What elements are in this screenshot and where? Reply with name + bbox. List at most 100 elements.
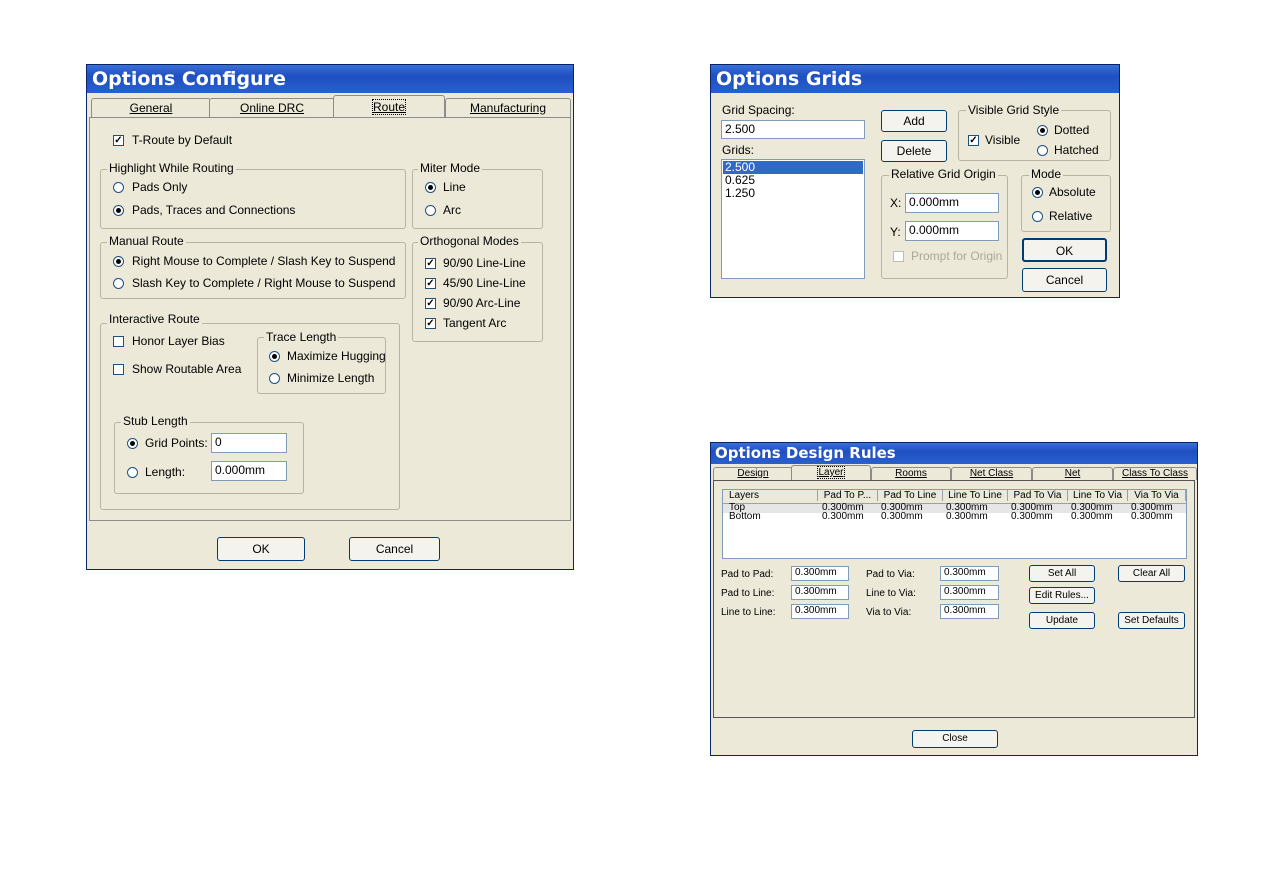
tab-layer[interactable]: Layer (791, 465, 871, 480)
pads-only-radio[interactable] (113, 182, 124, 193)
update-button[interactable]: Update (1029, 612, 1095, 629)
tab-route[interactable]: Route (333, 95, 445, 118)
honor-layer-bias-label: Honor Layer Bias (132, 334, 225, 348)
tab-general[interactable]: General (91, 98, 211, 117)
tab-net-class[interactable]: Net Class (951, 467, 1032, 480)
grid-list-item[interactable]: 1.250 (723, 187, 863, 200)
miter-line-label: Line (443, 180, 466, 194)
title-bar: Options Grids (711, 65, 1119, 93)
tab-net[interactable]: Net (1032, 467, 1113, 480)
table-row[interactable]: Bottom 0.300mm 0.300mm 0.300mm 0.300mm 0… (723, 511, 1186, 522)
cancel-button[interactable]: Cancel (349, 537, 440, 561)
mode-group-label: Mode (1029, 167, 1064, 181)
options-configure-dialog: Options Configure General Online DRC Rou… (86, 64, 574, 570)
pad-to-pad-input[interactable]: 0.300mm (791, 566, 849, 581)
ortho-90-90-line-checkbox[interactable]: ✓ (425, 258, 436, 269)
origin-y-label: Y: (890, 225, 901, 239)
clear-all-button[interactable]: Clear All (1118, 565, 1185, 582)
minimize-length-radio[interactable] (269, 373, 280, 384)
edit-rules-button[interactable]: Edit Rules... (1029, 587, 1095, 604)
table-cell: 0.300mm (881, 511, 923, 522)
relative-label: Relative (1049, 209, 1093, 223)
miter-line-radio[interactable] (425, 182, 436, 193)
highlight-group-label: Highlight While Routing (107, 161, 236, 175)
right-mouse-complete-radio[interactable] (113, 256, 124, 267)
line-to-via-input[interactable]: 0.300mm (940, 585, 999, 600)
manual-route-group (100, 242, 406, 299)
orthogonal-group-label: Orthogonal Modes (418, 234, 521, 248)
set-all-button[interactable]: Set All (1029, 565, 1095, 582)
column-header-via-to-via[interactable]: Via To Via (1128, 490, 1186, 501)
tangent-arc-label: Tangent Arc (443, 316, 507, 330)
t-route-checkbox[interactable]: ✓ (113, 135, 124, 146)
origin-x-label: X: (890, 196, 902, 210)
tab-online-drc[interactable]: Online DRC (209, 98, 335, 117)
miter-arc-label: Arc (443, 203, 461, 217)
ok-button[interactable]: OK (217, 537, 305, 561)
tab-rooms[interactable]: Rooms (871, 467, 951, 480)
ortho-90-90-arc-checkbox[interactable]: ✓ (425, 298, 436, 309)
pads-traces-radio[interactable] (113, 205, 124, 216)
show-routable-area-checkbox[interactable] (113, 364, 124, 375)
grids-label: Grids: (722, 143, 755, 157)
miter-group-label: Miter Mode (418, 161, 483, 175)
maximize-hugging-radio[interactable] (269, 351, 280, 362)
hatched-label: Hatched (1054, 143, 1099, 157)
dotted-radio[interactable] (1037, 125, 1048, 136)
hatched-radio[interactable] (1037, 145, 1048, 156)
column-header-line-to-line[interactable]: Line To Line (943, 490, 1008, 501)
cancel-button[interactable]: Cancel (1022, 268, 1107, 292)
dialog-title: Options Configure (92, 68, 286, 90)
tab-class-to-class[interactable]: Class To Class (1113, 467, 1197, 480)
close-button[interactable]: Close (912, 730, 998, 748)
absolute-label: Absolute (1049, 185, 1096, 199)
origin-x-input[interactable]: 0.000mm (905, 193, 999, 213)
table-cell: 0.300mm (1131, 511, 1173, 522)
stub-length-input[interactable]: 0.000mm (211, 461, 287, 481)
table-cell: 0.300mm (1071, 511, 1113, 522)
grids-listbox[interactable]: 2.500 0.625 1.250 (721, 159, 865, 279)
column-header-line-to-via[interactable]: Line To Via (1068, 490, 1128, 501)
manual-route-group-label: Manual Route (107, 234, 186, 248)
pad-to-pad-label: Pad to Pad: (721, 569, 774, 580)
line-to-line-input[interactable]: 0.300mm (791, 604, 849, 619)
trace-length-group (257, 337, 386, 394)
add-button[interactable]: Add (881, 110, 947, 132)
grid-points-radio[interactable] (127, 438, 138, 449)
line-to-line-label: Line to Line: (721, 607, 776, 618)
visible-label: Visible (985, 133, 1021, 147)
set-defaults-button[interactable]: Set Defaults (1118, 612, 1185, 629)
column-header-layers[interactable]: Layers (723, 490, 818, 501)
column-header-pad-to-line[interactable]: Pad To Line (878, 490, 943, 501)
tab-manufacturing[interactable]: Manufacturing (445, 98, 571, 117)
tab-design[interactable]: Design (713, 467, 793, 480)
pad-to-via-input[interactable]: 0.300mm (940, 566, 999, 581)
absolute-radio[interactable] (1032, 187, 1043, 198)
origin-y-input[interactable]: 0.000mm (905, 221, 999, 241)
title-bar: Options Configure (87, 65, 573, 93)
rules-table[interactable]: Layers Pad To P... Pad To Line Line To L… (722, 489, 1187, 559)
prompt-origin-checkbox[interactable] (893, 251, 904, 262)
visible-checkbox[interactable]: ✓ (968, 135, 979, 146)
right-mouse-complete-label: Right Mouse to Complete / Slash Key to S… (132, 254, 396, 268)
tangent-arc-checkbox[interactable]: ✓ (425, 318, 436, 329)
ortho-45-90-line-checkbox[interactable]: ✓ (425, 278, 436, 289)
miter-arc-radio[interactable] (425, 205, 436, 216)
grid-points-input[interactable]: 0 (211, 433, 287, 453)
relative-radio[interactable] (1032, 211, 1043, 222)
column-header-pad-to-via[interactable]: Pad To Via (1008, 490, 1068, 501)
pad-to-line-input[interactable]: 0.300mm (791, 585, 849, 600)
ok-button[interactable]: OK (1022, 238, 1107, 262)
line-to-via-label: Line to Via: (866, 588, 916, 599)
column-header-pad-to-pad[interactable]: Pad To P... (818, 490, 878, 501)
slash-key-complete-radio[interactable] (113, 278, 124, 289)
honor-layer-bias-checkbox[interactable] (113, 336, 124, 347)
length-radio[interactable] (127, 467, 138, 478)
table-cell: 0.300mm (822, 511, 864, 522)
grid-spacing-input[interactable]: 2.500 (721, 120, 865, 139)
ortho-90-90-line-label: 90/90 Line-Line (443, 256, 526, 270)
delete-button[interactable]: Delete (881, 140, 947, 162)
via-to-via-input[interactable]: 0.300mm (940, 604, 999, 619)
highlight-group (100, 169, 406, 229)
show-routable-area-label: Show Routable Area (132, 362, 242, 376)
